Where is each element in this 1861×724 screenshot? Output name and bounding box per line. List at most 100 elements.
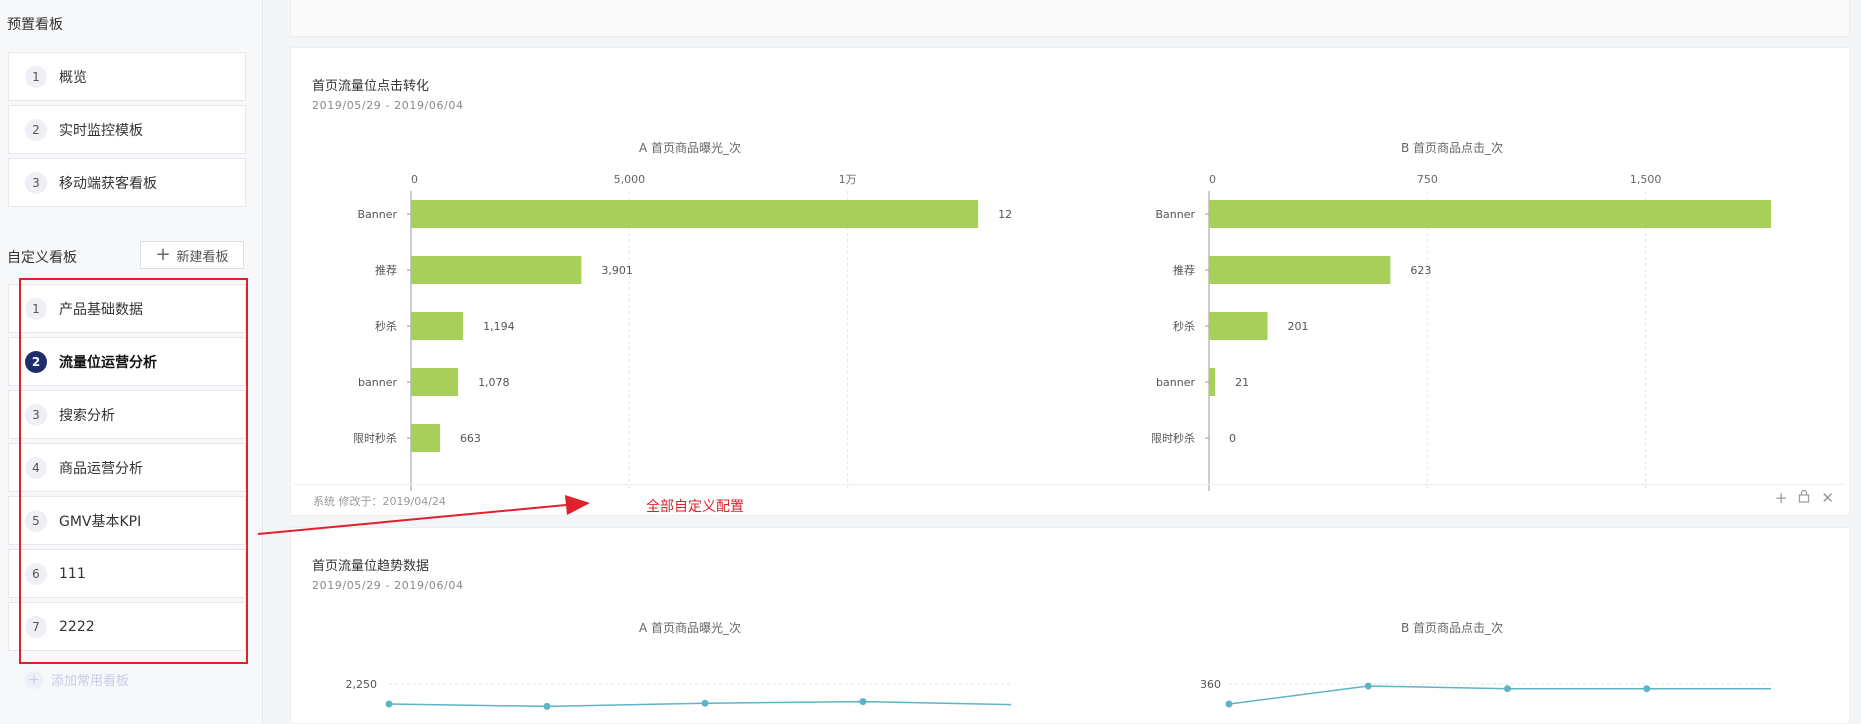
sidebar: 预置看板 1 概览 2 实时监控模板 3 移动端获客看板 自定义看板 + 新建看… — [0, 0, 263, 723]
plus-icon: + — [155, 244, 171, 265]
top-panel — [290, 0, 1850, 37]
card-date-range: 2019/05/29 - 2019/06/04 — [312, 579, 464, 592]
bar — [411, 368, 459, 396]
item-label: 流量位运营分析 — [59, 354, 157, 371]
item-label: GMV基本KPI — [59, 513, 142, 530]
data-point — [385, 700, 393, 708]
data-label: 3,901 — [601, 264, 633, 277]
item-label: 2222 — [59, 618, 95, 635]
y-tick-label: 2,250 — [346, 678, 378, 691]
category-label: 秒杀 — [375, 319, 397, 333]
card-date-range: 2019/05/29 - 2019/06/04 — [312, 99, 464, 112]
data-label: 1,078 — [478, 376, 510, 389]
category-label: Banner — [357, 208, 397, 221]
data-label: 663 — [460, 432, 481, 445]
dashboard-card-trend-data: 首页流量位趋势数据 2019/05/29 - 2019/06/04 A 首页商品… — [290, 527, 1850, 723]
item-number: 6 — [25, 562, 47, 585]
x-tick-label: 1,500 — [1630, 173, 1662, 186]
data-label: 12,987 — [998, 208, 1011, 221]
data-point — [1643, 685, 1651, 693]
category-label: Banner — [1155, 208, 1195, 221]
category-label: banner — [358, 376, 397, 389]
item-label: 概览 — [59, 69, 87, 86]
plus-icon[interactable]: + — [1775, 489, 1788, 507]
series-line — [388, 700, 1011, 708]
x-tick-label: 0 — [1209, 173, 1216, 186]
dashboard-card-click-conversion: 首页流量位点击转化 2019/05/29 - 2019/06/04 A 首页商品… — [290, 47, 1850, 516]
data-label: 0 — [1229, 432, 1236, 445]
line-chart-clicks: 360 — [1200, 678, 1771, 708]
category-label: banner — [1156, 376, 1195, 389]
data-label: 201 — [1288, 320, 1309, 333]
item-label: 搜索分析 — [59, 407, 115, 424]
card-title: 首页流量位点击转化 — [312, 79, 430, 94]
item-label: 移动端获客看板 — [59, 175, 157, 192]
category-label: 限时秒杀 — [1151, 431, 1195, 445]
data-label: 1,194 — [483, 320, 515, 333]
bar — [1209, 368, 1216, 396]
custom-item-product-basics[interactable]: 1 产品基础数据 — [8, 284, 246, 333]
custom-item-search-analysis[interactable]: 3 搜索分析 — [8, 390, 246, 439]
new-board-label: 新建看板 — [176, 249, 229, 265]
bar — [411, 200, 979, 228]
category-label: 秒杀 — [1173, 319, 1195, 333]
category-label: 推荐 — [1173, 263, 1195, 277]
category-label: 推荐 — [375, 263, 397, 277]
item-number: 3 — [25, 171, 47, 194]
item-number: 4 — [25, 456, 47, 479]
close-icon[interactable]: ✕ — [1821, 489, 1834, 507]
bar — [1209, 312, 1268, 340]
custom-item-111[interactable]: 6 111 — [8, 549, 246, 598]
item-number: 3 — [25, 403, 47, 426]
item-number: 7 — [25, 615, 47, 638]
preset-item-realtime-monitor[interactable]: 2 实时监控模板 — [8, 105, 246, 154]
item-number: 5 — [25, 509, 47, 532]
card-actions: + ✕ — [1775, 489, 1834, 507]
card-modified-info: 系统 修改于：2019/04/24 — [313, 495, 446, 508]
custom-boards-title: 自定义看板 — [7, 250, 77, 266]
annotation-text: 全部自定义配置 — [646, 499, 744, 515]
custom-item-traffic-analysis[interactable]: 2 流量位运营分析 — [8, 337, 246, 386]
preset-boards-title: 预置看板 — [7, 17, 63, 33]
x-tick-label: 5,000 — [614, 173, 646, 186]
x-tick-label: 0 — [411, 173, 418, 186]
bar — [411, 312, 464, 340]
data-point — [1504, 685, 1511, 693]
item-number: 2 — [25, 350, 47, 373]
bar-chart-exposure: 05,0001万1.5万Banner12,987推荐3,901秒杀1,194ba… — [353, 173, 1011, 491]
x-tick-label: 1万 — [839, 173, 857, 186]
item-label: 商品运营分析 — [59, 460, 143, 477]
data-label: 623 — [1410, 264, 1431, 277]
new-board-button[interactable]: + 新建看板 — [140, 241, 244, 269]
series-line — [1228, 685, 1771, 705]
chart-b-title: B 首页商品点击_次 — [1401, 141, 1504, 155]
plus-icon: + — [25, 670, 43, 689]
line-chart-exposure: 2,250 — [346, 678, 1011, 710]
custom-item-gmv-kpi[interactable]: 5 GMV基本KPI — [8, 496, 246, 545]
category-label: 限时秒杀 — [353, 431, 397, 445]
preset-item-overview[interactable]: 1 概览 — [8, 52, 246, 101]
bar — [411, 424, 440, 452]
chart-a-title: A 首页商品曝光_次 — [639, 141, 742, 155]
custom-item-product-ops[interactable]: 4 商品运营分析 — [8, 443, 246, 492]
item-label: 实时监控模板 — [59, 122, 143, 139]
item-number: 1 — [25, 65, 47, 88]
data-point — [543, 702, 551, 710]
item-number: 2 — [25, 118, 47, 141]
preset-item-mobile-acquisition[interactable]: 3 移动端获客看板 — [8, 158, 246, 207]
item-label: 111 — [59, 565, 86, 582]
add-common-board-button[interactable]: + 添加常用看板 — [25, 670, 129, 689]
data-point — [701, 699, 709, 707]
lock-icon[interactable] — [1797, 489, 1811, 507]
card-footer: 系统 修改于：2019/04/24 + ✕ — [294, 484, 1844, 515]
data-point — [859, 698, 867, 706]
bar — [1209, 256, 1391, 284]
data-label: 21 — [1235, 376, 1249, 389]
y-tick-label: 360 — [1200, 678, 1221, 691]
custom-item-2222[interactable]: 7 2222 — [8, 602, 246, 651]
bar — [1209, 200, 1771, 228]
x-tick-label: 750 — [1417, 173, 1438, 186]
data-point — [1225, 700, 1233, 708]
card-title: 首页流量位趋势数据 — [312, 559, 430, 574]
add-common-board-label: 添加常用看板 — [51, 674, 130, 689]
